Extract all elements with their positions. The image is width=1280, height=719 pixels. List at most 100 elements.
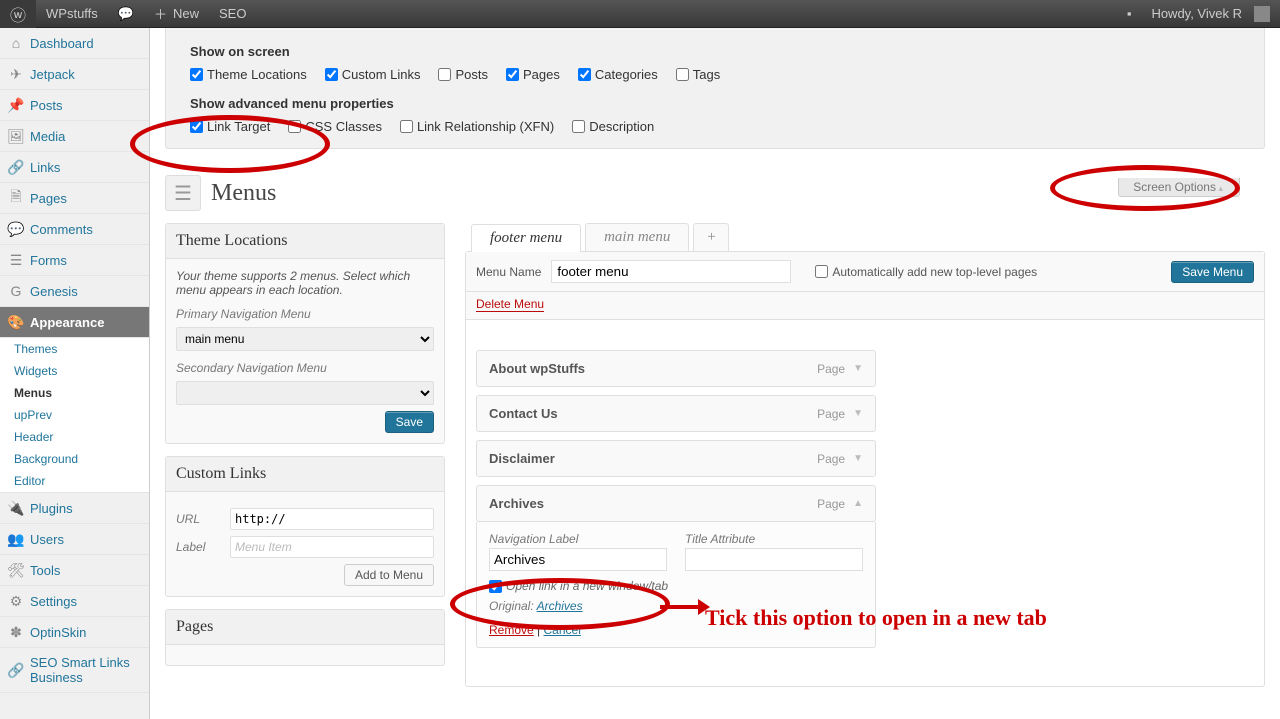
submenu-item-header[interactable]: Header (0, 426, 149, 448)
sidebar-item-plugins[interactable]: 🔌Plugins (0, 493, 149, 524)
sidebar-item-seo-smart-links-business[interactable]: 🔗SEO Smart Links Business (0, 648, 149, 693)
menu-name-input[interactable] (551, 260, 791, 283)
notifications[interactable]: ▪ (1117, 0, 1142, 28)
admin-sidebar: ⌂Dashboard✈Jetpack📌Posts🖼Media🔗Links🗎Pag… (0, 28, 150, 719)
screen-opt-checkbox[interactable] (190, 120, 203, 133)
custom-link-label-input[interactable] (230, 536, 434, 558)
sidebar-item-label: Dashboard (30, 36, 94, 51)
tab-add-menu[interactable]: + (693, 223, 729, 251)
screen-options-panel: Show on screen Theme LocationsCustom Lin… (165, 28, 1265, 149)
auto-add-pages[interactable]: Automatically add new top-level pages (815, 265, 1037, 279)
remove-item-link[interactable]: Remove (489, 623, 534, 637)
seo-menu[interactable]: SEO (209, 0, 256, 28)
tab-footer-menu[interactable]: footer menu (471, 224, 581, 252)
open-new-tab-row[interactable]: Open link in a new window/tab (489, 579, 863, 593)
sidebar-item-label: Pages (30, 191, 67, 206)
sidebar-item-settings[interactable]: ⚙Settings (0, 586, 149, 617)
sidebar-item-posts[interactable]: 📌Posts (0, 90, 149, 121)
theme-locations-hint: Your theme supports 2 menus. Select whic… (176, 269, 434, 297)
screen-opt-tags[interactable]: Tags (676, 67, 720, 82)
screen-options-toggle-wrap: Screen Options (1118, 178, 1240, 197)
secondary-nav-select[interactable] (176, 381, 434, 405)
my-account[interactable]: Howdy, Vivek R (1141, 0, 1280, 28)
screen-opt-checkbox[interactable] (438, 68, 451, 81)
sidebar-item-label: Users (30, 532, 64, 547)
menu-item-bar[interactable]: ArchivesPage▲ (476, 485, 876, 522)
submenu-item-editor[interactable]: Editor (0, 470, 149, 492)
original-link[interactable]: Archives (537, 599, 583, 613)
sidebar-item-label: Appearance (30, 315, 104, 330)
save-theme-locations-button[interactable]: Save (385, 411, 434, 433)
jetpack-icon: ✈ (8, 66, 24, 82)
screen-opt-custom-links[interactable]: Custom Links (325, 67, 421, 82)
submenu-item-upprev[interactable]: upPrev (0, 404, 149, 426)
comments-icon: 💬 (8, 221, 24, 237)
appearance-icon: 🎨 (8, 314, 24, 330)
screen-opt-theme-locations[interactable]: Theme Locations (190, 67, 307, 82)
sidebar-item-label: Forms (30, 253, 67, 268)
submenu-item-widgets[interactable]: Widgets (0, 360, 149, 382)
sidebar-item-label: SEO Smart Links Business (30, 655, 141, 685)
sidebar-item-links[interactable]: 🔗Links (0, 152, 149, 183)
screen-opt-posts[interactable]: Posts (438, 67, 488, 82)
site-name[interactable]: WPstuffs (36, 0, 108, 28)
chevron-down-icon: ▼ (853, 363, 863, 374)
primary-nav-select[interactable]: main menu (176, 327, 434, 351)
menu-header: Menu Name Automatically add new top-leve… (466, 252, 1264, 292)
open-new-tab-checkbox[interactable] (489, 580, 502, 593)
screen-opt-checkbox[interactable] (572, 120, 585, 133)
comments-bubble[interactable]: 💬 (108, 0, 144, 28)
optinskin-icon: ✽ (8, 624, 24, 640)
tab-main-menu[interactable]: main menu (585, 223, 689, 251)
menu-item-bar[interactable]: DisclaimerPage▼ (476, 440, 876, 477)
sidebar-item-users[interactable]: 👥Users (0, 524, 149, 555)
sidebar-item-genesis[interactable]: GGenesis (0, 276, 149, 307)
adv-props-heading: Show advanced menu properties (190, 96, 1240, 111)
sidebar-item-tools[interactable]: 🛠Tools (0, 555, 149, 586)
sidebar-item-media[interactable]: 🖼Media (0, 121, 149, 152)
save-menu-button[interactable]: Save Menu (1171, 261, 1254, 283)
cancel-item-link[interactable]: Cancel (544, 623, 581, 637)
screen-opt-description[interactable]: Description (572, 119, 654, 134)
sidebar-item-appearance[interactable]: 🎨 Appearance (0, 307, 149, 338)
screen-opt-css-classes[interactable]: CSS Classes (288, 119, 382, 134)
screen-opt-checkbox[interactable] (506, 68, 519, 81)
wp-logo[interactable]: ⓦ (0, 0, 36, 28)
submenu-item-background[interactable]: Background (0, 448, 149, 470)
screen-opt-checkbox[interactable] (288, 120, 301, 133)
sidebar-item-comments[interactable]: 💬Comments (0, 214, 149, 245)
sidebar-item-dashboard[interactable]: ⌂Dashboard (0, 28, 149, 59)
screen-opt-checkbox[interactable] (325, 68, 338, 81)
screen-opt-checkbox[interactable] (190, 68, 203, 81)
submenu-item-themes[interactable]: Themes (0, 338, 149, 360)
add-to-menu-button[interactable]: Add to Menu (344, 564, 434, 586)
auto-add-checkbox[interactable] (815, 265, 828, 278)
media-icon: 🖼 (8, 128, 24, 144)
screen-opt-categories[interactable]: Categories (578, 67, 658, 82)
primary-nav-label: Primary Navigation Menu (176, 307, 311, 321)
title-attr-input[interactable] (685, 548, 863, 571)
new-content[interactable]: ＋New (144, 0, 209, 28)
sidebar-item-optinskin[interactable]: ✽OptinSkin (0, 617, 149, 648)
screen-opt-checkbox[interactable] (578, 68, 591, 81)
screen-options-toggle[interactable]: Screen Options (1118, 178, 1240, 197)
comment-icon: 💬 (118, 6, 134, 22)
delete-menu-link[interactable]: Delete Menu (476, 297, 544, 312)
submenu-item-menus[interactable]: Menus (0, 382, 149, 404)
flag-icon: ▪ (1127, 6, 1132, 21)
custom-link-url-input[interactable] (230, 508, 434, 530)
screen-opt-checkbox[interactable] (400, 120, 413, 133)
menu-item-bar[interactable]: Contact UsPage▼ (476, 395, 876, 432)
menu-item-title: Archives (489, 496, 544, 511)
screen-opt-link-relationship-xfn-[interactable]: Link Relationship (XFN) (400, 119, 554, 134)
sidebar-item-forms[interactable]: ☰Forms (0, 245, 149, 276)
menu-item-bar[interactable]: About wpStuffsPage▼ (476, 350, 876, 387)
sidebar-item-pages[interactable]: 🗎Pages (0, 183, 149, 214)
screen-opt-pages[interactable]: Pages (506, 67, 560, 82)
nav-label-input[interactable] (489, 548, 667, 571)
screen-opt-checkbox[interactable] (676, 68, 689, 81)
sidebar-item-label: Tools (30, 563, 60, 578)
screen-opt-link-target[interactable]: Link Target (190, 119, 270, 134)
chevron-up-icon: ▲ (853, 498, 863, 509)
sidebar-item-jetpack[interactable]: ✈Jetpack (0, 59, 149, 90)
